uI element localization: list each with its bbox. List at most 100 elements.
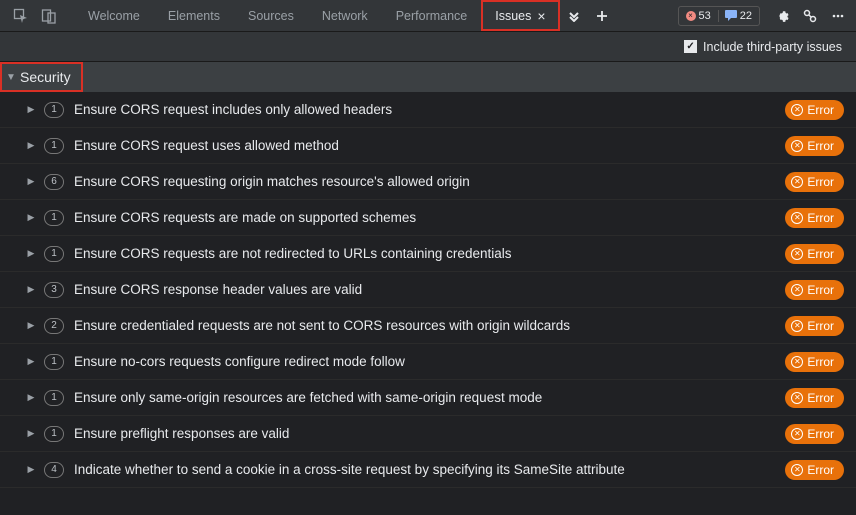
add-tab-button[interactable] [588, 0, 616, 31]
device-toggle-icon[interactable] [36, 3, 62, 29]
tab-welcome[interactable]: Welcome [74, 0, 154, 31]
inspect-icon[interactable] [8, 3, 34, 29]
error-badge: ✕ Error [785, 352, 844, 372]
error-badge: ✕Error [785, 208, 844, 228]
chevron-right-icon: ▶ [24, 176, 38, 187]
issue-row[interactable]: ▶ 1 Ensure no-cors requests configure redi… [0, 344, 856, 380]
error-x-icon: ✕ [791, 284, 803, 296]
issue-count-pill: 1 [44, 138, 64, 154]
issue-row[interactable]: ▶ 1 Ensure CORS request uses allowed metho… [0, 128, 856, 164]
chevron-right-icon: ▶ [24, 248, 38, 259]
error-label: Error [807, 391, 834, 405]
issue-row[interactable]: ▶1Ensure preflight responses are valid✕E… [0, 416, 856, 452]
error-badge: ✕ Error [785, 100, 844, 120]
tab-performance[interactable]: Performance [382, 0, 482, 31]
tab-label: Elements [168, 9, 220, 23]
chevron-right-icon: ▶ [24, 104, 38, 115]
close-icon[interactable]: × [537, 8, 545, 24]
error-label: Error [807, 355, 834, 369]
tab-network[interactable]: Network [308, 0, 382, 31]
activity-icon[interactable] [796, 0, 824, 31]
error-badge: ✕Error [785, 316, 844, 336]
issue-count-pill: 1 [44, 354, 64, 370]
issue-text: Ensure CORS requests are not redirected … [74, 246, 775, 261]
chevron-right-icon: ▶ [24, 140, 38, 151]
tab-label: Sources [248, 9, 294, 23]
chevron-right-icon: ▶ [24, 212, 38, 223]
issue-counts[interactable]: × 53 22 [678, 6, 761, 26]
issue-text: Ensure CORS requests are made on support… [74, 210, 775, 225]
error-dot-icon: × [686, 11, 696, 21]
section-title: Security [20, 69, 71, 85]
issue-row[interactable]: ▶ 1 Ensure CORS requests are made on suppo… [0, 200, 856, 236]
chevron-right-icon: ▶ [24, 356, 38, 367]
more-menu-button[interactable] [824, 0, 852, 31]
issue-row[interactable]: ▶ 1 Ensure CORS request includes only allo… [0, 92, 856, 128]
error-badge: ✕Error [785, 388, 844, 408]
tab-sources[interactable]: Sources [234, 0, 308, 31]
error-badge: ✕Error [785, 136, 844, 156]
issue-text: Ensure CORS response header values are v… [74, 282, 775, 297]
error-label: Error [807, 247, 834, 261]
settings-button[interactable] [768, 0, 796, 31]
error-badge: ✕ Error [785, 280, 844, 300]
issue-row[interactable]: ▶2Ensure credentialed requests are not s… [0, 308, 856, 344]
issue-row[interactable]: ▶4Indicate whether to send a cookie in a… [0, 452, 856, 488]
info-count: 22 [718, 10, 755, 22]
issue-text: Ensure no-cors requests configure redire… [74, 354, 775, 369]
filter-bar: ✓ Include third-party issues [0, 32, 856, 62]
issue-count-pill: 1 [44, 390, 64, 406]
issue-row[interactable]: ▶ 3 Ensure CORS response header values are… [0, 272, 856, 308]
error-x-icon: ✕ [791, 356, 803, 368]
chevron-right-icon: ▶ [24, 320, 38, 331]
error-x-icon: ✕ [791, 140, 803, 152]
error-x-icon: ✕ [791, 428, 803, 440]
tab-elements[interactable]: Elements [154, 0, 234, 31]
error-label: Error [807, 103, 834, 117]
issue-text: Ensure CORS request includes only allowe… [74, 102, 775, 117]
error-x-icon: ✕ [791, 464, 803, 476]
issue-list: ▶ 1 Ensure CORS request includes only allo… [0, 92, 856, 488]
error-count-value: 53 [699, 10, 711, 22]
issue-text: Ensure CORS request uses allowed method [74, 138, 775, 153]
info-icon [725, 11, 737, 21]
issue-text: Indicate whether to send a cookie in a c… [74, 462, 775, 477]
error-label: Error [807, 427, 834, 441]
error-badge: ✕ Error [785, 244, 844, 264]
error-label: Error [807, 463, 834, 477]
devtools-toolbar: Welcome Elements Sources Network Perform… [0, 0, 856, 32]
issue-row[interactable]: ▶1Ensure only same-origin resources are … [0, 380, 856, 416]
issue-row[interactable]: ▶ 6 Ensure CORS requesting origin matches … [0, 164, 856, 200]
issue-count-pill: 2 [44, 318, 64, 334]
checkbox-icon: ✓ [684, 40, 697, 53]
issue-count-pill: 1 [44, 210, 64, 226]
issue-count-pill: 1 [44, 102, 64, 118]
error-badge: ✕ Error [785, 172, 844, 192]
issue-text: Ensure only same-origin resources are fe… [74, 390, 775, 405]
issue-count-pill: 3 [44, 282, 64, 298]
tab-label: Network [322, 9, 368, 23]
section-security[interactable]: ▼ Security [0, 62, 83, 92]
tab-label: Performance [396, 9, 468, 23]
error-x-icon: ✕ [791, 104, 803, 116]
issue-count-pill: 1 [44, 246, 64, 262]
error-label: Error [807, 283, 834, 297]
chevron-down-icon: ▼ [2, 72, 20, 83]
issue-text: Ensure CORS requesting origin matches re… [74, 174, 775, 189]
error-x-icon: ✕ [791, 320, 803, 332]
error-badge: ✕ Error [785, 460, 844, 480]
error-x-icon: ✕ [791, 248, 803, 260]
issue-count-pill: 4 [44, 462, 64, 478]
chevron-right-icon: ▶ [24, 284, 38, 295]
info-count-value: 22 [740, 10, 752, 22]
error-x-icon: ✕ [791, 176, 803, 188]
issue-row[interactable]: ▶ 1 Ensure CORS requests are not redirecte… [0, 236, 856, 272]
more-tabs-button[interactable] [560, 0, 588, 31]
tab-label: Issues [495, 9, 531, 23]
tab-issues[interactable]: Issues × [481, 0, 559, 31]
chevron-right-icon: ▶ [24, 428, 38, 439]
include-third-party-checkbox[interactable]: ✓ Include third-party issues [684, 40, 842, 54]
issue-text: Ensure preflight responses are valid [74, 426, 775, 441]
error-label: Error [807, 175, 834, 189]
issue-count-pill: 6 [44, 174, 64, 190]
